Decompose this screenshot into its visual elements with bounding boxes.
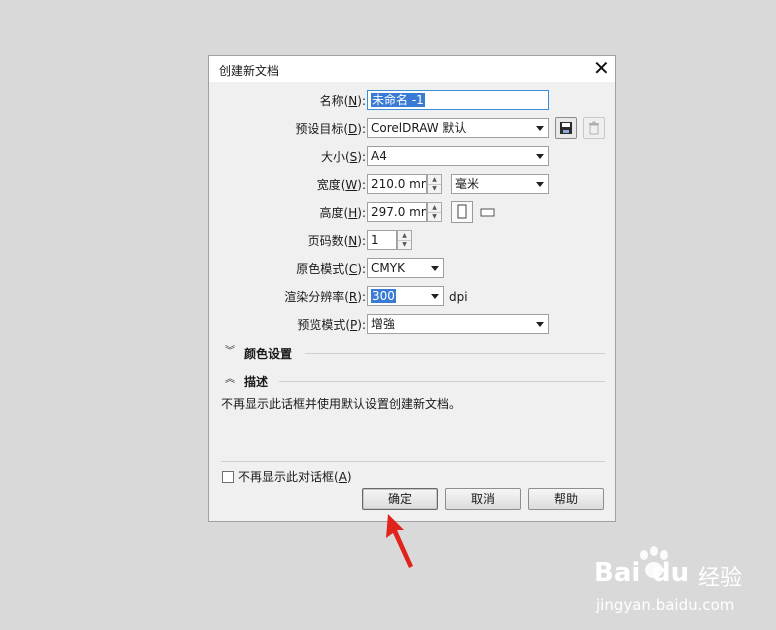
height-input[interactable]: 297.0 mm — [367, 202, 427, 222]
collapse-chevron-icon[interactable]: ︽ — [225, 374, 235, 386]
close-icon[interactable]: ✕ — [593, 57, 610, 79]
ok-button[interactable]: 确定 — [362, 488, 438, 510]
name-input[interactable]: 未命名 -1 — [367, 90, 549, 110]
description-header[interactable]: 描述 — [244, 373, 268, 390]
width-label: 宽度(W): — [316, 178, 366, 192]
preset-dropdown[interactable]: CorelDRAW 默认 — [367, 118, 549, 138]
baidu-logo-text: Bai — [594, 558, 641, 588]
chevron-down-icon — [536, 182, 544, 187]
preview-mode-label: 预览模式(P): — [297, 318, 366, 332]
pages-label: 页码数(N): — [307, 234, 366, 248]
chevron-down-icon — [431, 266, 439, 271]
color-mode-dropdown[interactable]: CMYK — [367, 258, 444, 278]
cancel-button[interactable]: 取消 — [445, 488, 521, 510]
baidu-watermark: Bai du 经验 jingyan.baidu.com — [590, 544, 770, 624]
preset-label: 预设目标(D): — [295, 122, 366, 136]
landscape-icon — [480, 208, 495, 217]
resolution-value: 300 — [371, 289, 396, 303]
preview-mode-value: 增強 — [371, 317, 396, 331]
unit-dropdown[interactable]: 毫米 — [451, 174, 549, 194]
size-dropdown[interactable]: A4 — [367, 146, 549, 166]
watermark-url: jingyan.baidu.com — [596, 596, 735, 614]
chevron-down-icon — [536, 154, 544, 159]
baidu-logo-text-2: du — [652, 558, 690, 588]
color-settings-header[interactable]: 颜色设置 — [244, 345, 292, 362]
create-new-document-dialog: 创建新文档 ✕ 名称(N): 未命名 -1 预设目标(D): CorelDRAW… — [208, 55, 616, 522]
baidu-brand-text: 经验 — [698, 566, 743, 591]
spin-down-icon[interactable]: ▼ — [428, 212, 441, 221]
height-value: 297.0 mm — [371, 205, 427, 219]
spin-down-icon[interactable]: ▼ — [398, 240, 411, 249]
trash-icon — [589, 121, 599, 135]
annotation-arrow-icon — [386, 514, 413, 568]
save-preset-button[interactable] — [555, 117, 577, 139]
size-value: A4 — [371, 149, 387, 163]
chevron-down-icon — [431, 294, 439, 299]
delete-preset-button[interactable] — [583, 117, 605, 139]
width-input[interactable]: 210.0 mm — [367, 174, 427, 194]
chevron-down-icon — [536, 322, 544, 327]
help-button[interactable]: 帮助 — [528, 488, 604, 510]
height-label: 高度(H): — [319, 206, 366, 220]
size-label: 大小(S): — [320, 150, 366, 164]
name-label: 名称(N): — [319, 94, 366, 108]
preview-mode-dropdown[interactable]: 增強 — [367, 314, 549, 334]
pages-input[interactable]: 1 — [367, 230, 397, 250]
divider — [221, 461, 605, 462]
width-spinner[interactable]: ▲ ▼ — [427, 174, 442, 194]
chevron-down-icon — [536, 126, 544, 131]
portrait-orientation-button[interactable] — [451, 201, 473, 223]
pages-spinner[interactable]: ▲ ▼ — [397, 230, 412, 250]
title-bar[interactable]: 创建新文档 ✕ — [209, 56, 615, 82]
name-value: 未命名 -1 — [371, 93, 425, 107]
width-value: 210.0 mm — [371, 177, 427, 191]
preset-value: CorelDRAW 默认 — [371, 121, 467, 135]
landscape-orientation-button[interactable] — [479, 204, 497, 220]
expand-chevron-icon[interactable]: ︾ — [225, 346, 235, 358]
dont-show-checkbox[interactable] — [222, 471, 234, 483]
resolution-combobox[interactable]: 300 — [367, 286, 444, 306]
dont-show-label[interactable]: 不再显示此对话框(A) — [238, 469, 352, 485]
resolution-label: 渲染分辨率(R): — [284, 290, 366, 304]
description-text: 不再显示此话框并使用默认设置创建新文档。 — [221, 397, 462, 411]
portrait-icon — [457, 204, 467, 219]
dialog-title: 创建新文档 — [219, 64, 280, 78]
spin-down-icon[interactable]: ▼ — [428, 184, 441, 193]
color-mode-value: CMYK — [371, 261, 405, 275]
resolution-unit: dpi — [449, 290, 468, 304]
save-icon — [560, 122, 572, 134]
color-mode-label: 原色模式(C): — [296, 262, 366, 276]
height-spinner[interactable]: ▲ ▼ — [427, 202, 442, 222]
pages-value: 1 — [371, 233, 379, 247]
divider — [305, 353, 605, 354]
unit-value: 毫米 — [455, 177, 480, 191]
divider — [279, 381, 605, 382]
